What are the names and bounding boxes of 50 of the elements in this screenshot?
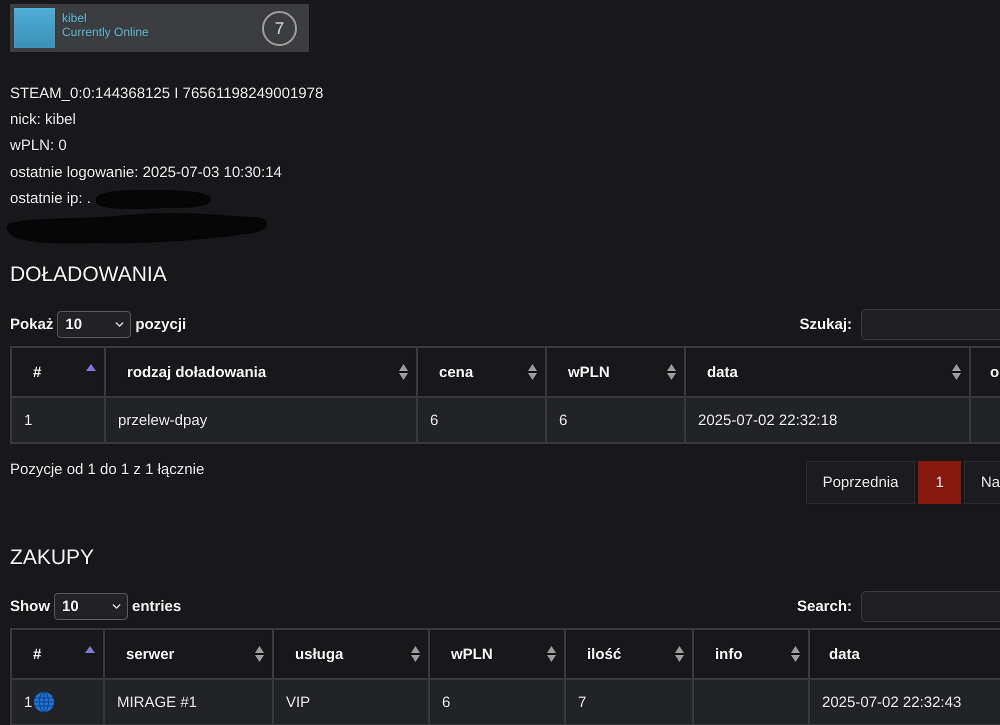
length-label: Show	[10, 598, 50, 616]
column-header[interactable]: #	[11, 629, 104, 680]
table-cell: 6	[546, 397, 685, 444]
table-cell: MIRAGE #1	[104, 679, 273, 725]
pagination-button[interactable]: Poprzednia	[806, 461, 916, 504]
table-cell: 2025-07-02 22:32:18	[685, 397, 970, 444]
length-label: pozycji	[135, 316, 186, 334]
username: kibel	[62, 11, 88, 25]
page-length-select[interactable]: 10	[54, 593, 128, 620]
table-cell: VIP	[273, 679, 429, 725]
page-length-select[interactable]: 10	[57, 311, 132, 338]
column-header[interactable]: wPLN	[429, 629, 565, 680]
info-text: wPLN: 0	[10, 137, 67, 154]
level-badge: 7	[262, 11, 297, 46]
search-field[interactable]	[861, 309, 1000, 340]
avatar-placeholder	[14, 8, 55, 48]
column-header[interactable]: #	[11, 347, 105, 398]
column-header[interactable]: o	[970, 347, 1000, 398]
column-header[interactable]: info	[693, 629, 809, 680]
info-text: STEAM_0:0:144368125 I 76561198249001978	[10, 84, 324, 102]
column-header[interactable]: rodzaj doładowania	[105, 347, 417, 398]
table-cell: przelew-dpay	[105, 397, 417, 444]
column-header[interactable]: serwer	[104, 629, 273, 680]
column-header[interactable]: ilość	[565, 629, 693, 680]
length-label: Pokaż	[10, 316, 54, 334]
search-label: Search:	[796, 598, 852, 616]
column-header[interactable]: wPLN	[546, 347, 685, 398]
table-cell: 6	[429, 679, 565, 725]
pagination-button[interactable]: 1	[918, 461, 961, 504]
column-header[interactable]: usługa	[273, 629, 429, 680]
table-cell: 2025-07-02 22:32:43	[809, 679, 1000, 725]
table-cell: 1	[11, 397, 105, 444]
online-status: Currently Online	[62, 25, 149, 39]
info-text: ostatnie logowanie: 2025-07-03 10:30:14	[10, 164, 282, 181]
section-heading: ZAKUPY	[10, 545, 94, 572]
column-header[interactable]: data	[685, 347, 970, 398]
table-cell: 7	[565, 679, 693, 725]
row-number: 1	[24, 694, 32, 711]
info-text: nick: kibel	[10, 111, 76, 128]
column-header[interactable]: data	[809, 629, 1000, 680]
table-cell	[970, 397, 1000, 444]
info-text: ostatnie ip: .	[10, 190, 91, 208]
search-field[interactable]	[861, 591, 1000, 622]
table-summary: Pozycje od 1 do 1 z 1 łącznie	[10, 461, 204, 480]
length-label: entries	[132, 598, 182, 616]
column-header[interactable]: cena	[417, 347, 546, 398]
pagination-button[interactable]: Na	[964, 461, 1000, 504]
table-cell: 6	[417, 397, 546, 444]
search-label: Szukaj:	[799, 316, 852, 334]
section-heading: DOŁADOWANIA	[10, 262, 167, 288]
